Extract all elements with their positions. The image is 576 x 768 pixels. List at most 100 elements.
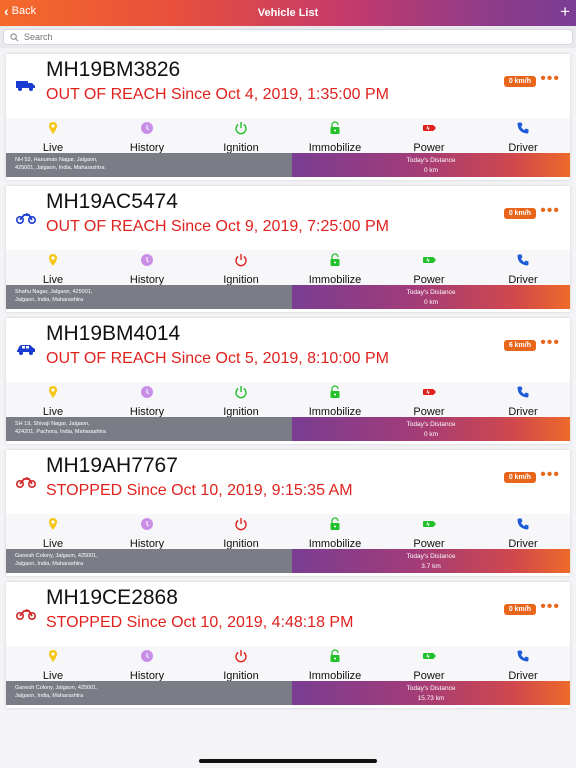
- immobilize-action[interactable]: Immobilize: [288, 118, 382, 154]
- vehicle-status: STOPPED Since Oct 10, 2019, 9:15:35 AM: [46, 482, 353, 499]
- vehicle-address: NH 53, Hanuman Nagar, Jalgaon, 425001, J…: [6, 153, 292, 177]
- page-title: Vehicle List: [257, 7, 319, 19]
- vehicle-card[interactable]: MH19CE2868 STOPPED Since Oct 10, 2019, 4…: [6, 582, 570, 708]
- address-line-2: Jalgaon, India, Maharashtra: [15, 297, 84, 303]
- todays-distance: Today's Distance 0 km: [292, 153, 570, 177]
- phone-icon: [516, 385, 530, 404]
- power-action[interactable]: Power: [382, 514, 476, 550]
- immobilize-action[interactable]: Immobilize: [288, 382, 382, 418]
- history-action[interactable]: History: [100, 118, 194, 154]
- history-clock-icon: [140, 517, 154, 536]
- speed-badge: 0 km/h: [503, 604, 536, 615]
- more-options-icon[interactable]: •••: [540, 335, 560, 351]
- more-options-icon[interactable]: •••: [540, 599, 560, 615]
- motorbike-icon: [15, 210, 37, 225]
- todays-distance: Today's Distance 15.73 km: [292, 681, 570, 705]
- driver-action[interactable]: Driver: [476, 250, 570, 286]
- location-pin-icon: [46, 121, 60, 140]
- ignition-action[interactable]: Ignition: [194, 514, 288, 550]
- ignition-action[interactable]: Ignition: [194, 646, 288, 682]
- search-bar[interactable]: [3, 29, 573, 45]
- history-clock-icon: [140, 121, 154, 140]
- more-options-icon[interactable]: •••: [540, 467, 560, 483]
- driver-action[interactable]: Driver: [476, 646, 570, 682]
- live-action[interactable]: Live: [6, 646, 100, 682]
- live-action[interactable]: Live: [6, 514, 100, 550]
- immobilize-action[interactable]: Immobilize: [288, 514, 382, 550]
- power-action[interactable]: Power: [382, 118, 476, 154]
- history-clock-icon: [140, 253, 154, 272]
- immobilize-action[interactable]: Immobilize: [288, 646, 382, 682]
- vehicle-actions: Live History Ignition Immobilize Power D…: [6, 646, 570, 682]
- vehicle-footer: Ganesh Colony, Jalgaon, 425001, Jalgaon,…: [6, 681, 570, 705]
- plus-icon[interactable]: +: [560, 2, 570, 22]
- phone-icon: [516, 121, 530, 140]
- power-action[interactable]: Power: [382, 250, 476, 286]
- vehicle-footer: Ganesh Colony, Jalgaon, 425001, Jalgaon,…: [6, 549, 570, 573]
- ignition-power-icon: [234, 649, 248, 668]
- history-action[interactable]: History: [100, 382, 194, 418]
- vehicle-address: SH 19, Shivaji Nagar, Jalgaon, 424201, P…: [6, 417, 292, 441]
- battery-icon: [422, 649, 436, 668]
- power-action[interactable]: Power: [382, 646, 476, 682]
- history-clock-icon: [140, 385, 154, 404]
- address-line-1: Ganesh Colony, Jalgaon, 425001,: [15, 685, 98, 691]
- history-action[interactable]: History: [100, 514, 194, 550]
- todays-distance: Today's Distance 0 km: [292, 285, 570, 309]
- vehicle-footer: SH 19, Shivaji Nagar, Jalgaon, 424201, P…: [6, 417, 570, 441]
- distance-value: 0 km: [423, 431, 439, 438]
- live-action[interactable]: Live: [6, 382, 100, 418]
- distance-label: Today's Distance: [406, 553, 456, 560]
- distance-label: Today's Distance: [406, 289, 456, 296]
- distance-label: Today's Distance: [406, 685, 456, 692]
- motorbike-icon: [15, 474, 37, 489]
- history-action[interactable]: History: [100, 250, 194, 286]
- location-pin-icon: [46, 649, 60, 668]
- vehicle-footer: NH 53, Hanuman Nagar, Jalgaon, 425001, J…: [6, 153, 570, 177]
- ignition-action[interactable]: Ignition: [194, 250, 288, 286]
- unlock-icon: [328, 121, 342, 140]
- phone-icon: [516, 649, 530, 668]
- speed-badge: 6 km/h: [503, 340, 536, 351]
- todays-distance: Today's Distance 3.7 km: [292, 549, 570, 573]
- address-line-1: Ganesh Colony, Jalgaon, 425001,: [15, 553, 98, 559]
- vehicle-card[interactable]: MH19BM3826 OUT OF REACH Since Oct 4, 201…: [6, 54, 570, 180]
- unlock-icon: [328, 385, 342, 404]
- search-input[interactable]: [24, 32, 524, 42]
- battery-icon: [422, 517, 436, 536]
- more-options-icon[interactable]: •••: [540, 71, 560, 87]
- truck-icon: [15, 78, 37, 92]
- todays-distance: Today's Distance 0 km: [292, 417, 570, 441]
- driver-action[interactable]: Driver: [476, 382, 570, 418]
- distance-value: 0 km: [423, 299, 439, 306]
- ignition-power-icon: [234, 517, 248, 536]
- ignition-power-icon: [234, 253, 248, 272]
- vehicle-plate: MH19AC5474: [46, 190, 178, 213]
- vehicle-card[interactable]: MH19AC5474 OUT OF REACH Since Oct 9, 201…: [6, 186, 570, 312]
- vehicle-status: OUT OF REACH Since Oct 5, 2019, 8:10:00 …: [46, 350, 389, 367]
- vehicle-address: Shahu Nagar, Jalgaon, 425001, Jalgaon, I…: [6, 285, 292, 309]
- more-options-icon[interactable]: •••: [540, 203, 560, 219]
- vehicle-actions: Live History Ignition Immobilize Power D…: [6, 250, 570, 286]
- vehicle-card[interactable]: MH19BM4014 OUT OF REACH Since Oct 5, 201…: [6, 318, 570, 444]
- vehicle-actions: Live History Ignition Immobilize Power D…: [6, 514, 570, 550]
- car-icon: [15, 342, 37, 356]
- driver-action[interactable]: Driver: [476, 514, 570, 550]
- battery-icon: [422, 385, 436, 404]
- history-action[interactable]: History: [100, 646, 194, 682]
- address-line-2: 424201, Pachora, India, Maharashtra: [15, 429, 106, 435]
- vehicle-card[interactable]: MH19AH7767 STOPPED Since Oct 10, 2019, 9…: [6, 450, 570, 576]
- motorbike-icon: [15, 606, 37, 621]
- driver-action[interactable]: Driver: [476, 118, 570, 154]
- unlock-icon: [328, 649, 342, 668]
- ignition-action[interactable]: Ignition: [194, 382, 288, 418]
- immobilize-action[interactable]: Immobilize: [288, 250, 382, 286]
- search-icon: [10, 32, 19, 41]
- ignition-power-icon: [234, 385, 248, 404]
- power-action[interactable]: Power: [382, 382, 476, 418]
- ignition-action[interactable]: Ignition: [194, 118, 288, 154]
- live-action[interactable]: Live: [6, 250, 100, 286]
- vehicle-footer: Shahu Nagar, Jalgaon, 425001, Jalgaon, I…: [6, 285, 570, 309]
- vehicle-address: Ganesh Colony, Jalgaon, 425001, Jalgaon,…: [6, 681, 292, 705]
- live-action[interactable]: Live: [6, 118, 100, 154]
